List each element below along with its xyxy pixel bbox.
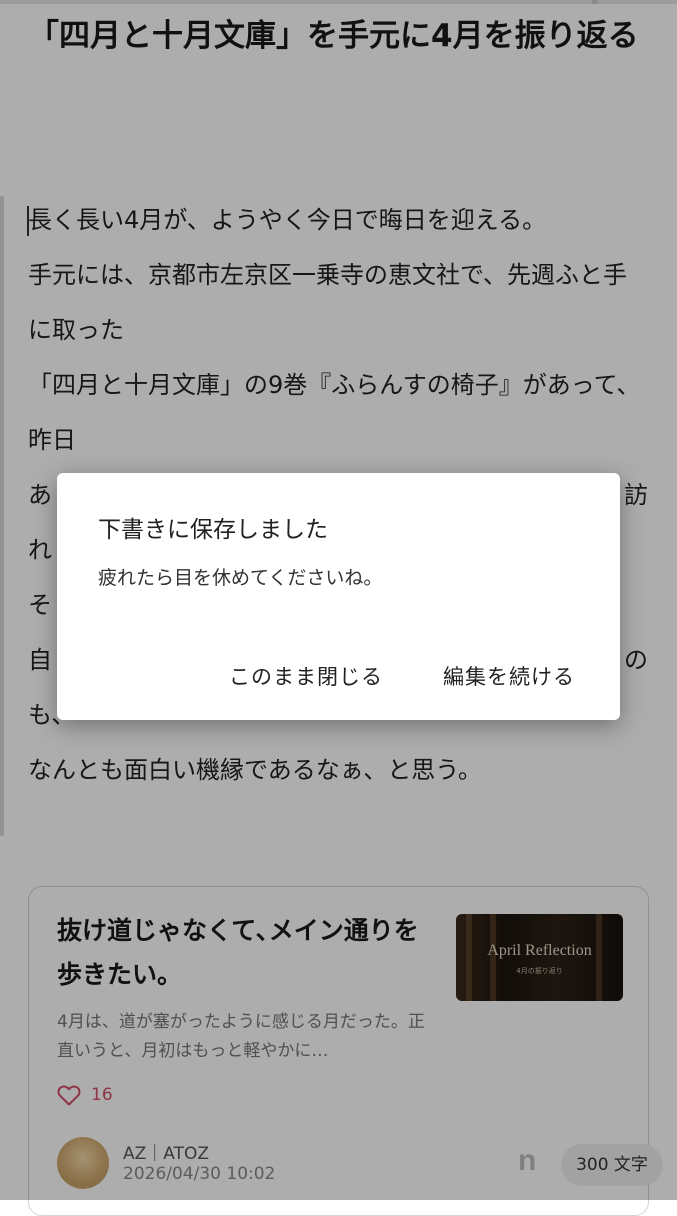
dialog-title: 下書きに保存しました	[98, 517, 328, 543]
continue-editing-button[interactable]: 編集を続ける	[443, 661, 575, 691]
close-as-is-button[interactable]: このまま閉じる	[229, 661, 383, 691]
dialog-message: 疲れたら目を休めてくださいね。	[98, 567, 383, 589]
save-dialog: 下書きに保存しました 疲れたら目を休めてくださいね。 このまま閉じる 編集を続け…	[57, 473, 620, 720]
